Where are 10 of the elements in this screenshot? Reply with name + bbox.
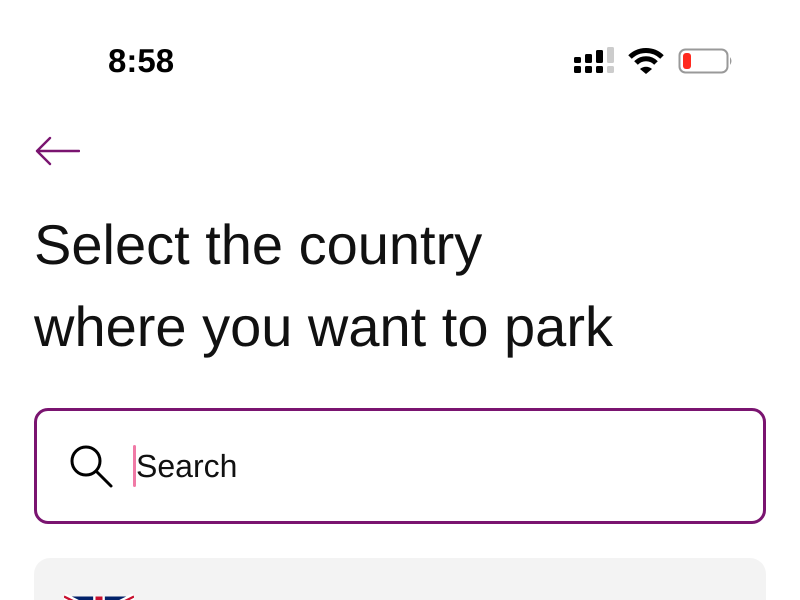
status-time: 8:58 — [108, 42, 174, 80]
text-cursor — [133, 445, 136, 487]
wifi-icon — [628, 47, 664, 75]
back-button[interactable] — [34, 136, 80, 166]
signal-icon — [574, 47, 614, 75]
search-input[interactable]: Search — [136, 448, 763, 484]
page-title: Select the country where you want to park — [34, 212, 614, 360]
back-arrow-icon — [34, 136, 80, 166]
battery-icon — [678, 47, 734, 75]
search-bar[interactable]: Search — [34, 408, 766, 524]
